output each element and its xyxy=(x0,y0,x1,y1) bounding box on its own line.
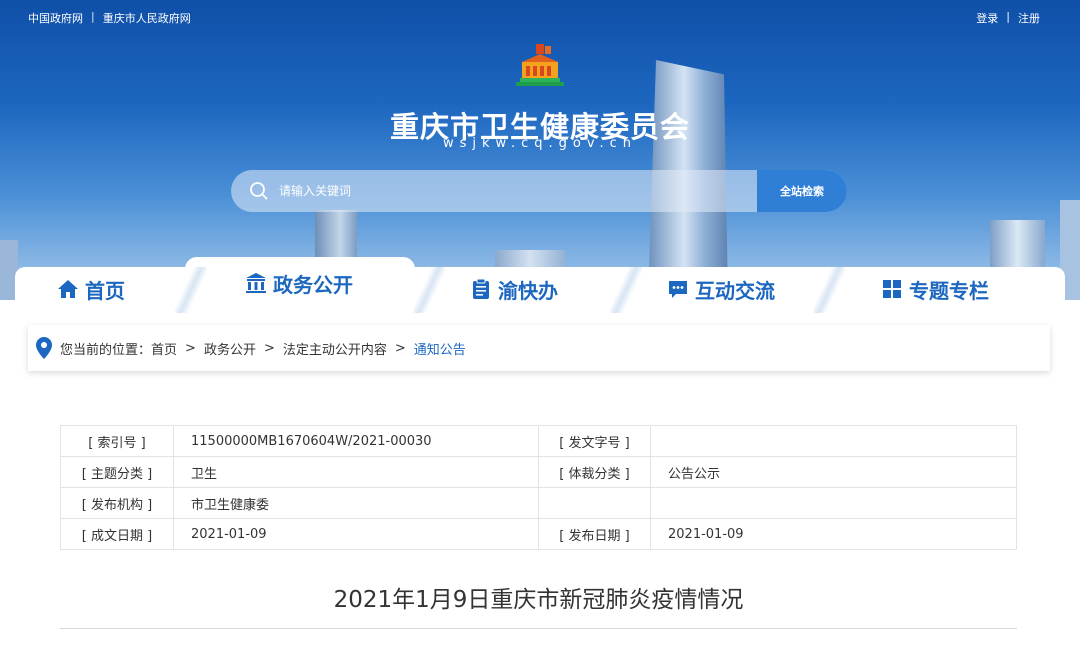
location-pin-icon xyxy=(36,337,52,359)
top-links: 中国政府网 | 重庆市人民政府网 xyxy=(28,10,191,26)
nav-item-label: 互动交流 xyxy=(695,278,775,303)
table-row: [ 发布机构 ] 市卫生健康委 xyxy=(60,487,1017,519)
city-gov-link[interactable]: 重庆市人民政府网 xyxy=(103,10,191,26)
chat-icon xyxy=(669,281,687,298)
breadcrumb-prefix: 您当前的位置： xyxy=(60,342,152,358)
meta-value xyxy=(650,487,1017,519)
account-links: 登录 | 注册 xyxy=(976,10,1040,26)
meta-key: [ 索引号 ] xyxy=(60,425,174,457)
breadcrumb-separator: > xyxy=(394,340,406,356)
breadcrumb: 您当前的位置： 首页 > 政务公开 > 法定主动公开内容 > 通知公告 xyxy=(28,325,1050,371)
nav-item-government-affairs[interactable]: 政务公开 xyxy=(245,263,353,303)
meta-key: [ 体裁分类 ] xyxy=(538,456,651,488)
main-nav: 首页 政务公开 渝快办 互动交流 专题专栏 xyxy=(15,257,1065,313)
breadcrumb-link-home[interactable]: 首页 xyxy=(151,339,177,358)
grid-icon xyxy=(883,280,901,298)
site-search-button[interactable]: 全站检索 xyxy=(757,170,847,212)
nav-divider xyxy=(610,267,642,313)
nav-divider xyxy=(813,267,845,313)
title-divider xyxy=(60,628,1017,629)
table-row: [ 成文日期 ] 2021-01-09 [ 发布日期 ] 2021-01-09 xyxy=(60,518,1017,550)
home-icon xyxy=(58,280,78,298)
nav-item-label: 政务公开 xyxy=(273,272,353,297)
search-bar: 全站检索 xyxy=(231,170,847,212)
central-gov-link[interactable]: 中国政府网 xyxy=(28,10,83,26)
government-building-icon xyxy=(246,273,266,293)
clipboard-icon xyxy=(473,278,489,299)
search-input[interactable] xyxy=(279,170,757,212)
meta-key: [ 主题分类 ] xyxy=(60,456,174,488)
meta-value: 市卫生健康委 xyxy=(173,487,539,519)
site-domain: wsjkw.cq.gov.cn xyxy=(442,136,638,151)
login-link[interactable]: 登录 xyxy=(976,10,998,26)
table-row: [ 索引号 ] 11500000MB1670604W/2021-00030 [ … xyxy=(60,425,1017,457)
breadcrumb-separator: > xyxy=(263,340,275,356)
breadcrumb-separator: > xyxy=(185,340,196,356)
nav-item-yukuaiban[interactable]: 渝快办 xyxy=(470,269,558,309)
nav-item-home[interactable]: 首页 xyxy=(57,269,125,309)
table-row: [ 主题分类 ] 卫生 [ 体裁分类 ] 公告公示 xyxy=(60,456,1017,488)
article-title: 2021年1月9日重庆市新冠肺炎疫情情况 xyxy=(333,587,744,613)
top-links-separator: | xyxy=(91,10,95,23)
nav-item-interaction[interactable]: 互动交流 xyxy=(667,269,775,309)
meta-value: 11500000MB1670604W/2021-00030 xyxy=(173,425,539,457)
meta-value: 公告公示 xyxy=(650,456,1017,488)
nav-item-label: 专题专栏 xyxy=(909,278,989,303)
breadcrumb-link-government-affairs[interactable]: 政务公开 xyxy=(204,339,256,358)
nav-divider xyxy=(175,267,207,313)
meta-value: 2021-01-09 xyxy=(650,518,1017,550)
nav-item-special-topics[interactable]: 专题专栏 xyxy=(881,269,989,309)
meta-key: [ 发文字号 ] xyxy=(538,425,651,457)
meta-value: 2021-01-09 xyxy=(173,518,539,550)
meta-key: [ 发布日期 ] xyxy=(538,518,651,550)
register-link[interactable]: 注册 xyxy=(1018,10,1040,26)
document-metadata-table: [ 索引号 ] 11500000MB1670604W/2021-00030 [ … xyxy=(60,425,1017,550)
account-separator: | xyxy=(1006,10,1010,23)
meta-value: 卫生 xyxy=(173,456,539,488)
breadcrumb-link-statutory-disclosure[interactable]: 法定主动公开内容 xyxy=(283,339,387,358)
meta-value xyxy=(650,425,1017,457)
nav-divider xyxy=(413,267,445,313)
meta-key xyxy=(538,487,651,519)
search-icon[interactable] xyxy=(239,170,279,212)
meta-key: [ 成文日期 ] xyxy=(60,518,174,550)
nav-item-label: 渝快办 xyxy=(498,278,558,303)
logo-emblem-icon xyxy=(516,44,564,86)
breadcrumb-link-notices[interactable]: 通知公告 xyxy=(414,339,466,358)
nav-item-label: 首页 xyxy=(85,278,125,303)
meta-key: [ 发布机构 ] xyxy=(60,487,174,519)
